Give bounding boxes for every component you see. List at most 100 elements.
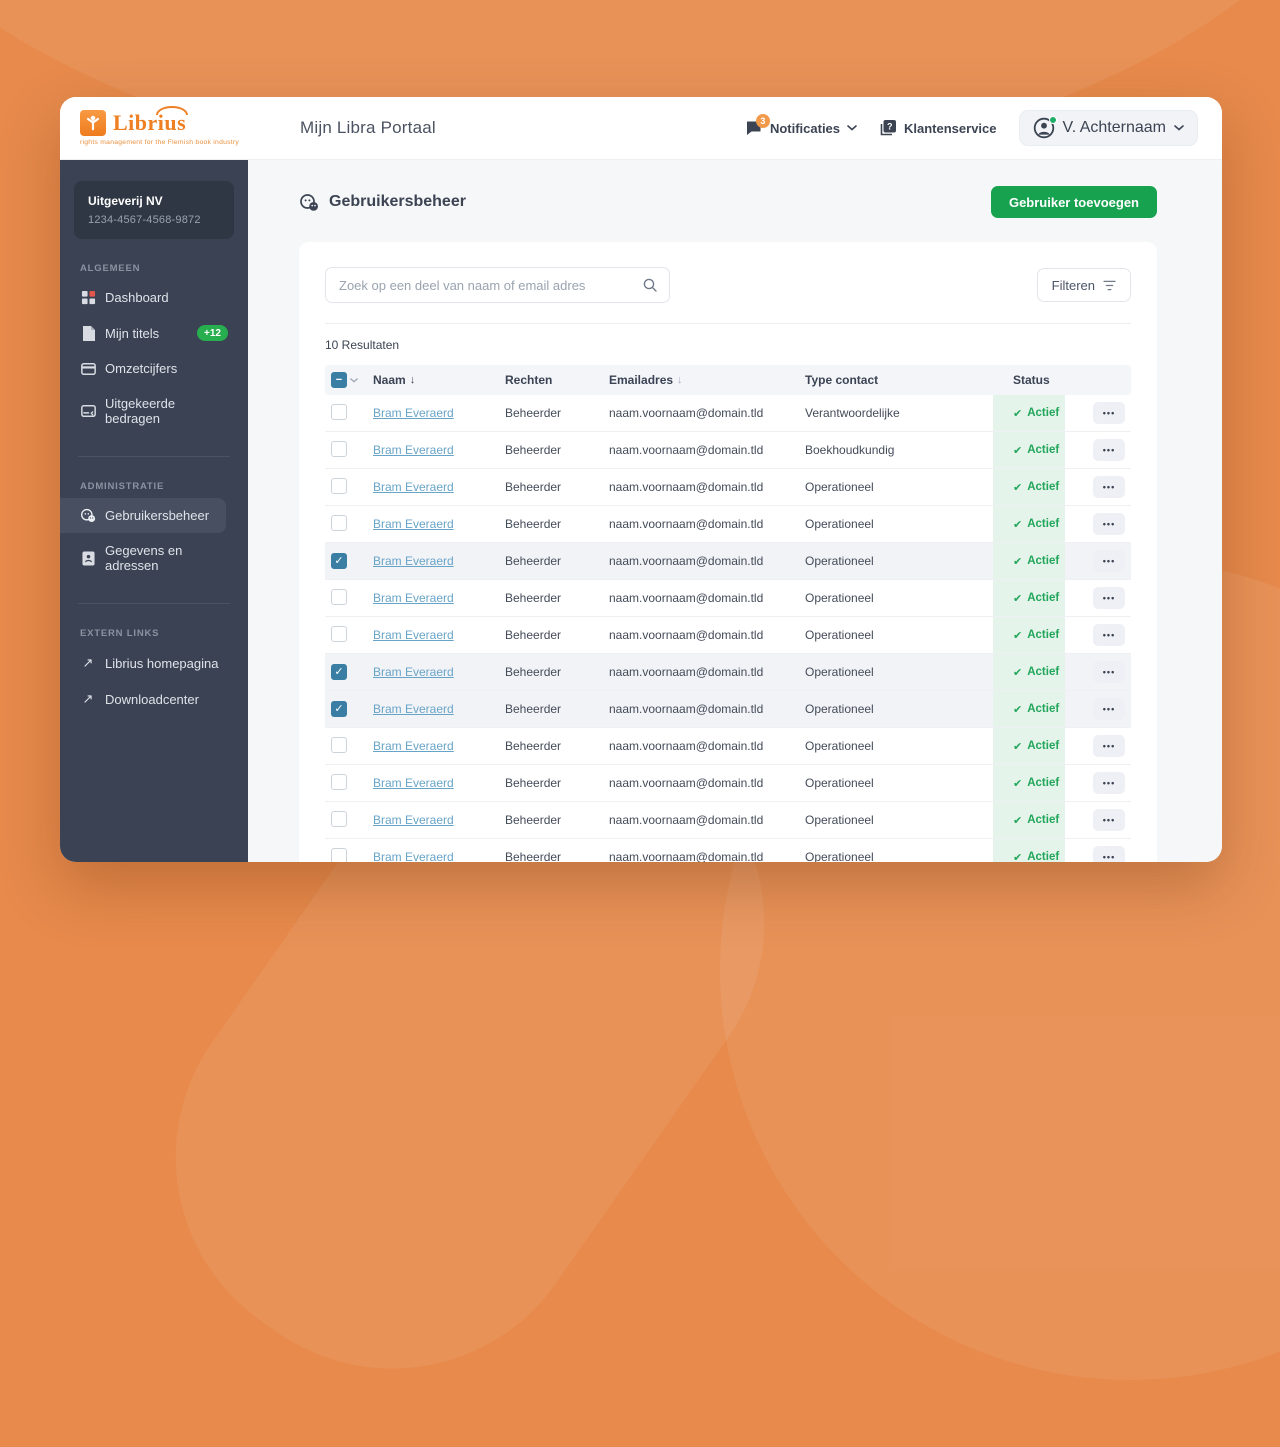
user-name-link[interactable]: Bram Everaerd: [373, 480, 454, 494]
user-name-link[interactable]: Bram Everaerd: [373, 702, 454, 716]
sidebar-item-downloadcenter[interactable]: ↗ Downloadcenter: [74, 681, 234, 717]
search-input[interactable]: [325, 267, 670, 303]
row-actions-button[interactable]: •••: [1093, 476, 1125, 498]
check-icon: ✔: [1013, 740, 1023, 753]
user-name-link[interactable]: Bram Everaerd: [373, 554, 454, 568]
row-actions-button[interactable]: •••: [1093, 661, 1125, 683]
column-header-type-contact[interactable]: Type contact: [797, 373, 993, 387]
user-rights: Beheerder: [505, 443, 562, 457]
user-email: naam.voornaam@domain.tld: [609, 443, 764, 457]
user-email: naam.voornaam@domain.tld: [609, 517, 764, 531]
contact-card-icon: [80, 551, 96, 566]
row-actions-button[interactable]: •••: [1093, 735, 1125, 757]
row-actions-button[interactable]: •••: [1093, 624, 1125, 646]
sidebar-item-omzetcijfers[interactable]: Omzetcijfers: [74, 351, 234, 386]
table-row: Bram Everaerd Beheerder naam.voornaam@do…: [325, 617, 1131, 654]
check-icon: ✔: [1013, 592, 1023, 605]
row-checkbox[interactable]: [331, 553, 347, 570]
user-type-contact: Operationeel: [805, 813, 874, 827]
user-name-link[interactable]: Bram Everaerd: [373, 739, 454, 753]
sidebar-item-gebruikersbeheer[interactable]: Gebruikersbeheer: [60, 498, 226, 533]
ellipsis-icon: •••: [1102, 592, 1116, 603]
user-name-link[interactable]: Bram Everaerd: [373, 406, 454, 420]
user-name-link[interactable]: Bram Everaerd: [373, 591, 454, 605]
logo[interactable]: Librius rights management for the Flemis…: [60, 106, 248, 146]
check-icon: ✔: [1013, 629, 1023, 642]
user-name-link[interactable]: Bram Everaerd: [373, 628, 454, 642]
row-actions-button[interactable]: •••: [1093, 809, 1125, 831]
sidebar-item-uitgekeerde-bedragen[interactable]: Uitgekeerde bedragen: [74, 386, 234, 436]
row-actions-button[interactable]: •••: [1093, 513, 1125, 535]
user-rights: Beheerder: [505, 554, 562, 568]
user-name-link[interactable]: Bram Everaerd: [373, 665, 454, 679]
user-menu[interactable]: V. Achternaam: [1018, 110, 1198, 146]
row-checkbox[interactable]: [331, 403, 347, 420]
row-actions-button[interactable]: •••: [1093, 846, 1125, 862]
column-header-naam[interactable]: Naam ↓: [365, 373, 497, 387]
row-checkbox[interactable]: [331, 588, 347, 605]
status-label: Actief: [1027, 407, 1060, 419]
row-checkbox[interactable]: [331, 810, 347, 827]
ellipsis-icon: •••: [1102, 629, 1116, 640]
user-name-link[interactable]: Bram Everaerd: [373, 776, 454, 790]
external-link-icon: ↗: [82, 655, 94, 670]
row-checkbox[interactable]: [331, 440, 347, 457]
sidebar-item-librius-homepagina[interactable]: ↗ Librius homepagina: [74, 645, 234, 681]
row-checkbox[interactable]: [331, 773, 347, 790]
select-all-checkbox[interactable]: [331, 372, 347, 388]
sort-desc-icon: ↓: [409, 374, 416, 386]
user-email: naam.voornaam@domain.tld: [609, 480, 764, 494]
user-type-contact: Boekhoudkundig: [805, 443, 895, 457]
book-icon: [80, 325, 96, 341]
dashboard-icon: [80, 290, 96, 305]
row-checkbox[interactable]: [331, 847, 347, 862]
row-checkbox[interactable]: [331, 514, 347, 531]
sidebar-item-mijn-titels[interactable]: Mijn titels +12: [74, 315, 234, 351]
results-count: 10 Resultaten: [325, 338, 400, 352]
company-selector[interactable]: Uitgeverij NV 1234-4567-4568-9872: [74, 181, 234, 239]
row-actions-button[interactable]: •••: [1093, 587, 1125, 609]
external-link-icon: ↗: [82, 691, 94, 706]
users-table-card: Filteren 10 Resultaten: [299, 242, 1157, 862]
user-type-contact: Operationeel: [805, 850, 874, 862]
chevron-down-icon: [1174, 125, 1184, 131]
row-actions-button[interactable]: •••: [1093, 402, 1125, 424]
user-name-link[interactable]: Bram Everaerd: [373, 813, 454, 827]
titles-count-badge: +12: [197, 325, 228, 341]
sidebar-item-gegevens-en-adressen[interactable]: Gegevens en adressen: [74, 533, 234, 583]
row-checkbox[interactable]: [331, 736, 347, 753]
notifications-menu[interactable]: 3 Notificaties: [745, 113, 857, 137]
sidebar-item-label: Librius homepagina: [105, 655, 219, 671]
user-name-link[interactable]: Bram Everaerd: [373, 443, 454, 457]
row-checkbox[interactable]: [331, 664, 347, 681]
user-email: naam.voornaam@domain.tld: [609, 554, 764, 568]
librius-logo-icon: [80, 110, 106, 136]
customer-service-label: Klantenservice: [904, 120, 997, 136]
column-header-emailadres[interactable]: Emailadres ↓: [601, 373, 797, 387]
status-badge: ✔ Actief: [993, 432, 1065, 468]
table-row: Bram Everaerd Beheerder naam.voornaam@do…: [325, 580, 1131, 617]
table-row: Bram Everaerd Beheerder naam.voornaam@do…: [325, 802, 1131, 839]
column-header-status[interactable]: Status: [993, 373, 1065, 387]
row-checkbox[interactable]: [331, 625, 347, 642]
company-name: Uitgeverij NV: [88, 194, 163, 208]
ellipsis-icon: •••: [1102, 777, 1116, 788]
row-checkbox[interactable]: [331, 477, 347, 494]
user-name-link[interactable]: Bram Everaerd: [373, 850, 454, 862]
row-actions-button[interactable]: •••: [1093, 772, 1125, 794]
row-actions-button[interactable]: •••: [1093, 550, 1125, 572]
column-header-rechten[interactable]: Rechten: [497, 373, 601, 387]
status-badge: ✔ Actief: [993, 580, 1065, 616]
filter-button-label: Filteren: [1051, 277, 1095, 293]
row-actions-button[interactable]: •••: [1093, 698, 1125, 720]
ellipsis-icon: •••: [1102, 444, 1116, 455]
main-content: Gebruikersbeheer Gebruiker toevoegen Zoe…: [248, 160, 1222, 862]
filter-button[interactable]: Filteren: [1036, 268, 1131, 302]
user-name-link[interactable]: Bram Everaerd: [373, 517, 454, 531]
row-actions-button[interactable]: •••: [1093, 439, 1125, 461]
add-user-button[interactable]: Gebruiker toevoegen: [990, 186, 1157, 218]
customer-service-link[interactable]: ? Klantenservice: [879, 119, 997, 137]
row-checkbox[interactable]: [331, 701, 347, 718]
sidebar-item-dashboard[interactable]: Dashboard: [74, 280, 234, 315]
chevron-down-icon[interactable]: [350, 377, 358, 383]
